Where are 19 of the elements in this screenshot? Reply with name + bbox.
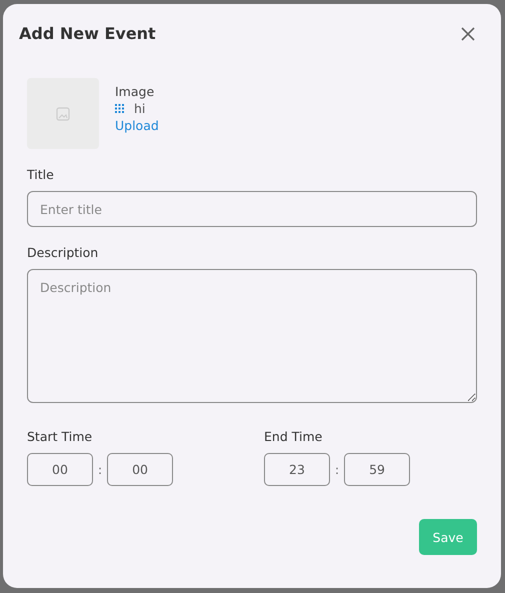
description-label: Description: [27, 245, 100, 260]
minutes-field[interactable]: 59: [344, 453, 410, 486]
time-separator: :: [98, 462, 102, 476]
image-label: Image: [115, 84, 156, 99]
minutes-field[interactable]: 00: [107, 453, 174, 486]
title-field[interactable]: Enter title: [27, 191, 477, 227]
upload-link[interactable]: Upload: [115, 118, 159, 133]
grid-icon: [115, 104, 124, 113]
time-label: Start Time: [27, 429, 94, 444]
time-separator: :: [335, 462, 340, 476]
time-label: End Time: [264, 429, 324, 444]
description-field[interactable]: Description: [27, 269, 477, 403]
close-button[interactable]: [459, 24, 477, 42]
hours-field[interactable]: 23: [264, 453, 330, 486]
file-name: hi: [134, 101, 146, 116]
image-icon: [55, 106, 71, 122]
title-label: Title: [27, 167, 55, 182]
dialog-title: Add New Event: [19, 24, 156, 43]
hours-field[interactable]: 00: [27, 453, 93, 486]
